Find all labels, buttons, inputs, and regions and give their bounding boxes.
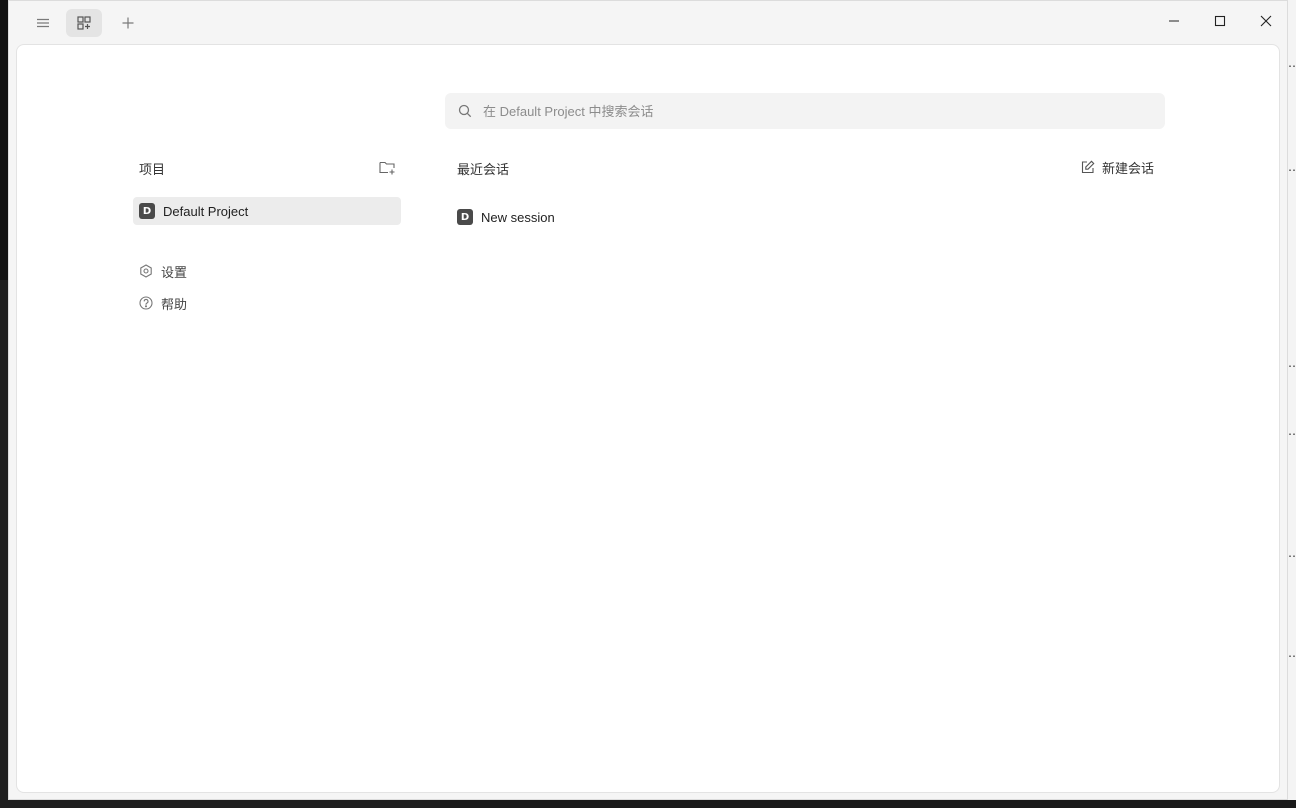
- project-label: Default Project: [163, 203, 249, 219]
- grid-plus-icon: [77, 16, 91, 30]
- project-item-default[interactable]: D Default Project: [133, 197, 401, 225]
- session-item[interactable]: D New session: [457, 206, 555, 228]
- help-label: 帮助: [161, 296, 188, 312]
- session-label: New session: [481, 209, 555, 225]
- session-avatar: D: [457, 209, 473, 225]
- help-link[interactable]: 帮助: [139, 293, 187, 313]
- new-project-button[interactable]: [377, 157, 397, 177]
- session-search-bar[interactable]: [445, 93, 1165, 129]
- desktop-taskbar-edge: [440, 800, 1296, 808]
- new-session-button[interactable]: 新建会话: [1081, 157, 1154, 177]
- close-icon: [1260, 15, 1272, 27]
- settings-label: 设置: [161, 264, 188, 280]
- maximize-icon: [1214, 15, 1226, 27]
- search-input[interactable]: [481, 102, 1145, 120]
- help-icon: [139, 296, 153, 310]
- home-panel: 项目 D Default Project 设置: [16, 44, 1280, 793]
- folder-plus-icon: [378, 160, 396, 175]
- projects-heading: 项目: [139, 162, 166, 177]
- minimize-icon: [1168, 15, 1180, 27]
- new-tab-button[interactable]: [110, 9, 146, 37]
- minimize-button[interactable]: [1151, 7, 1197, 35]
- settings-link[interactable]: 设置: [139, 261, 187, 281]
- project-avatar: D: [139, 203, 155, 219]
- settings-icon: [139, 264, 153, 278]
- plus-icon: [121, 16, 135, 30]
- menu-icon: [36, 16, 50, 30]
- maximize-button[interactable]: [1197, 7, 1243, 35]
- close-button[interactable]: [1243, 7, 1289, 35]
- edit-icon: [1081, 160, 1095, 174]
- titlebar: [9, 1, 1287, 44]
- new-session-label: 新建会话: [1102, 160, 1155, 176]
- app-window: 项目 D Default Project 设置: [8, 0, 1288, 800]
- recent-sessions-heading: 最近会话: [457, 162, 510, 177]
- menu-button[interactable]: [25, 9, 61, 37]
- tab-view-button[interactable]: [66, 9, 102, 37]
- search-icon: [458, 104, 472, 118]
